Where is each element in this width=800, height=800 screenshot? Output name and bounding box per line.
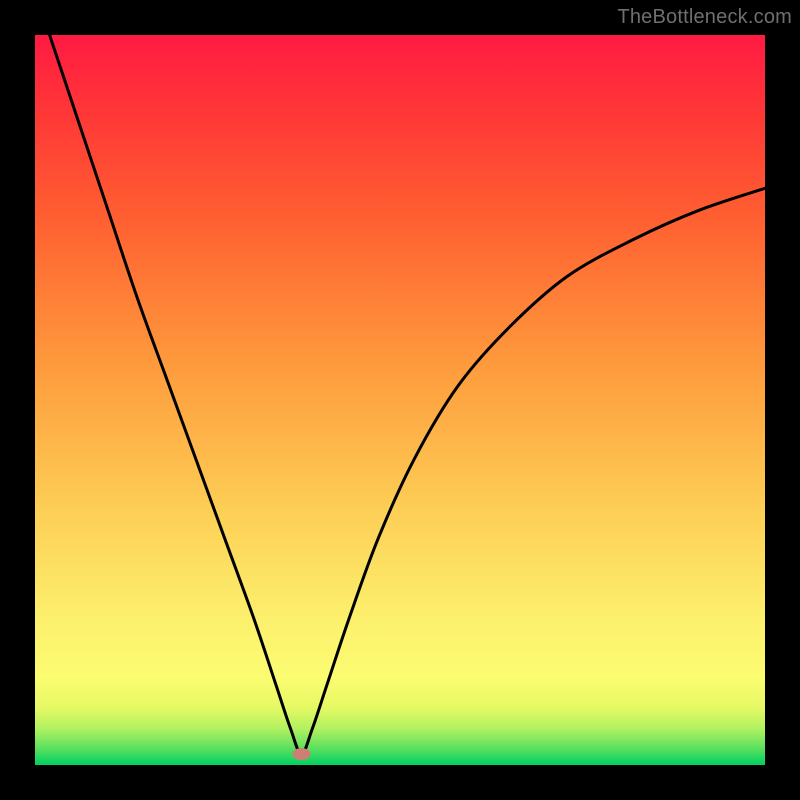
optimum-marker xyxy=(292,748,310,760)
watermark-text: TheBottleneck.com xyxy=(617,6,792,29)
chart-svg xyxy=(35,35,765,765)
chart-frame: TheBottleneck.com xyxy=(0,0,800,800)
gradient-background xyxy=(35,35,765,765)
plot-area xyxy=(35,35,765,765)
